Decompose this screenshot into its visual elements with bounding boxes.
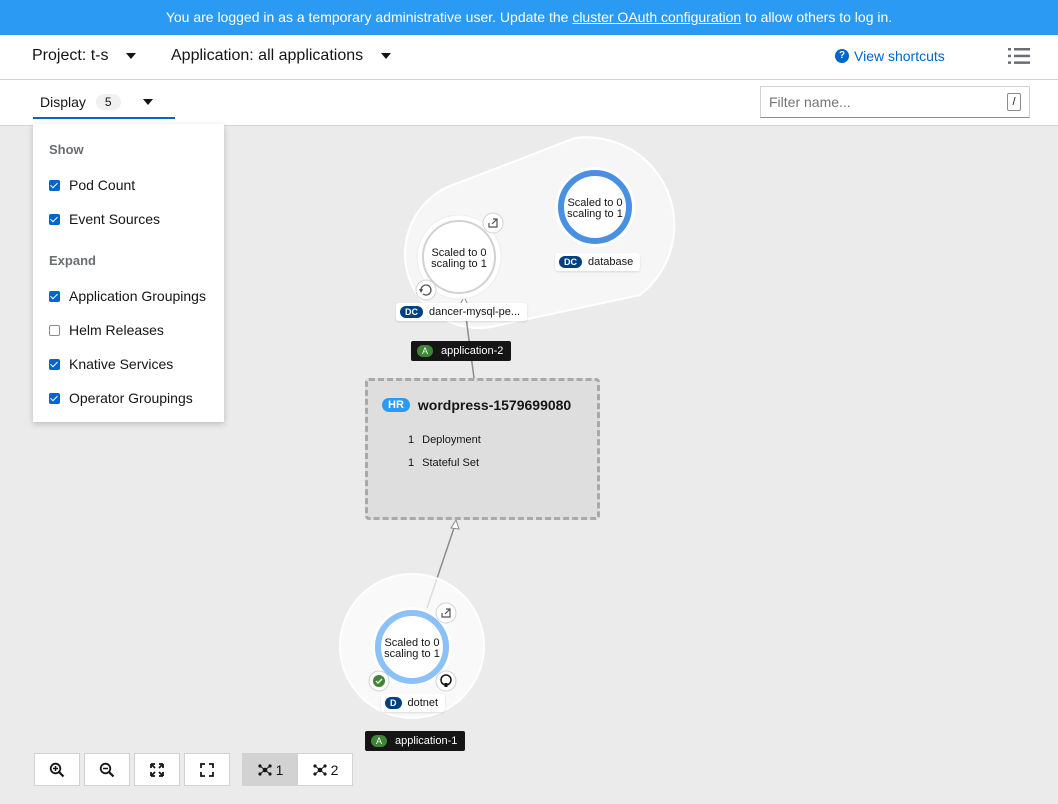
dotnet-status: Scaled to 0 scaling to 1: [372, 638, 452, 660]
dotnet-label[interactable]: D dotnet: [381, 694, 446, 712]
node-name: dotnet: [407, 697, 439, 709]
build-status-icon[interactable]: [415, 279, 437, 301]
status-line: scaling to 1: [431, 258, 487, 270]
layout-1-label: 1: [275, 761, 284, 778]
application-name: application-1: [395, 735, 458, 747]
topology-layout-icon: [257, 763, 272, 776]
reset-view-button[interactable]: [184, 753, 230, 786]
topology-layout-icon: [312, 763, 327, 776]
expand-application-groupings-option[interactable]: Application Groupings: [49, 288, 206, 304]
checkbox-checked-icon[interactable]: [49, 213, 60, 225]
d-badge: D: [385, 697, 402, 709]
expand-operator-groupings-option[interactable]: Operator Groupings: [49, 390, 193, 406]
checkbox-checked-icon[interactable]: [49, 179, 60, 191]
zoom-in-button[interactable]: [34, 753, 80, 786]
github-icon[interactable]: [435, 670, 457, 692]
hr-badge: HR: [382, 398, 410, 412]
checkbox-checked-icon[interactable]: [49, 290, 60, 302]
zoom-out-icon: [99, 762, 115, 777]
resource-type: Deployment: [422, 434, 481, 446]
option-label: Operator Groupings: [69, 390, 193, 406]
edge-arrow-icon: [450, 518, 460, 530]
option-label: Helm Releases: [69, 322, 164, 338]
fit-to-screen-button[interactable]: [134, 753, 180, 786]
display-options-menu: Show Pod Count Event Sources Expand Appl…: [33, 124, 224, 422]
show-section-title: Show: [49, 142, 84, 157]
application-2-label[interactable]: A application-2: [411, 341, 512, 361]
application-badge: A: [417, 345, 434, 357]
expand-helm-releases-option[interactable]: Helm Releases: [49, 322, 164, 338]
expand-knative-services-option[interactable]: Knative Services: [49, 356, 173, 372]
expand-section-title: Expand: [49, 253, 96, 268]
zoom-out-button[interactable]: [84, 753, 130, 786]
helm-resource-row: 1 Deployment: [408, 434, 481, 446]
node-name: database: [588, 256, 634, 268]
build-success-icon[interactable]: [368, 670, 390, 692]
expand-icon: [200, 762, 214, 777]
helm-release-group[interactable]: HR wordpress-1579699080 1 Deployment 1 Sta…: [365, 378, 600, 520]
status-line: scaling to 1: [384, 648, 440, 660]
resource-count: 1: [408, 457, 415, 469]
dancer-mysql-label[interactable]: DC dancer-mysql-pe...: [396, 303, 528, 321]
application-badge: A: [371, 735, 388, 747]
helm-resource-row: 1 Stateful Set: [408, 457, 479, 469]
node-name: dancer-mysql-pe...: [429, 306, 521, 318]
show-event-sources-option[interactable]: Event Sources: [49, 211, 160, 227]
open-url-icon[interactable]: [435, 602, 457, 624]
option-label: Knative Services: [69, 356, 174, 372]
checkbox-checked-icon[interactable]: [49, 358, 60, 370]
application-name: application-2: [441, 345, 504, 357]
option-label: Pod Count: [69, 177, 136, 193]
dancer-mysql-status: Scaled to 0 scaling to 1: [419, 248, 499, 270]
zoom-in-icon: [49, 762, 65, 777]
status-line: scaling to 1: [567, 208, 623, 220]
layout-1-button[interactable]: 1: [242, 753, 298, 786]
resource-count: 1: [408, 434, 415, 446]
option-label: Application Groupings: [69, 288, 206, 304]
helm-release-name: wordpress-1579699080: [417, 397, 572, 413]
database-status: Scaled to 0 scaling to 1: [555, 198, 635, 220]
dc-badge: DC: [400, 306, 423, 318]
layout-2-label: 2: [330, 761, 339, 778]
checkbox-unchecked-icon[interactable]: [49, 324, 60, 336]
show-pod-count-option[interactable]: Pod Count: [49, 177, 135, 193]
resource-type: Stateful Set: [422, 457, 479, 469]
layout-2-button[interactable]: 2: [297, 753, 353, 786]
open-url-icon[interactable]: [482, 212, 504, 234]
option-label: Event Sources: [69, 211, 161, 227]
dc-badge: DC: [559, 256, 582, 268]
application-1-label[interactable]: A application-1: [365, 731, 466, 751]
fit-to-screen-icon: [150, 762, 164, 777]
checkbox-checked-icon[interactable]: [49, 392, 60, 404]
database-label[interactable]: DC database: [555, 253, 641, 271]
helm-release-title: HR wordpress-1579699080: [382, 397, 571, 413]
